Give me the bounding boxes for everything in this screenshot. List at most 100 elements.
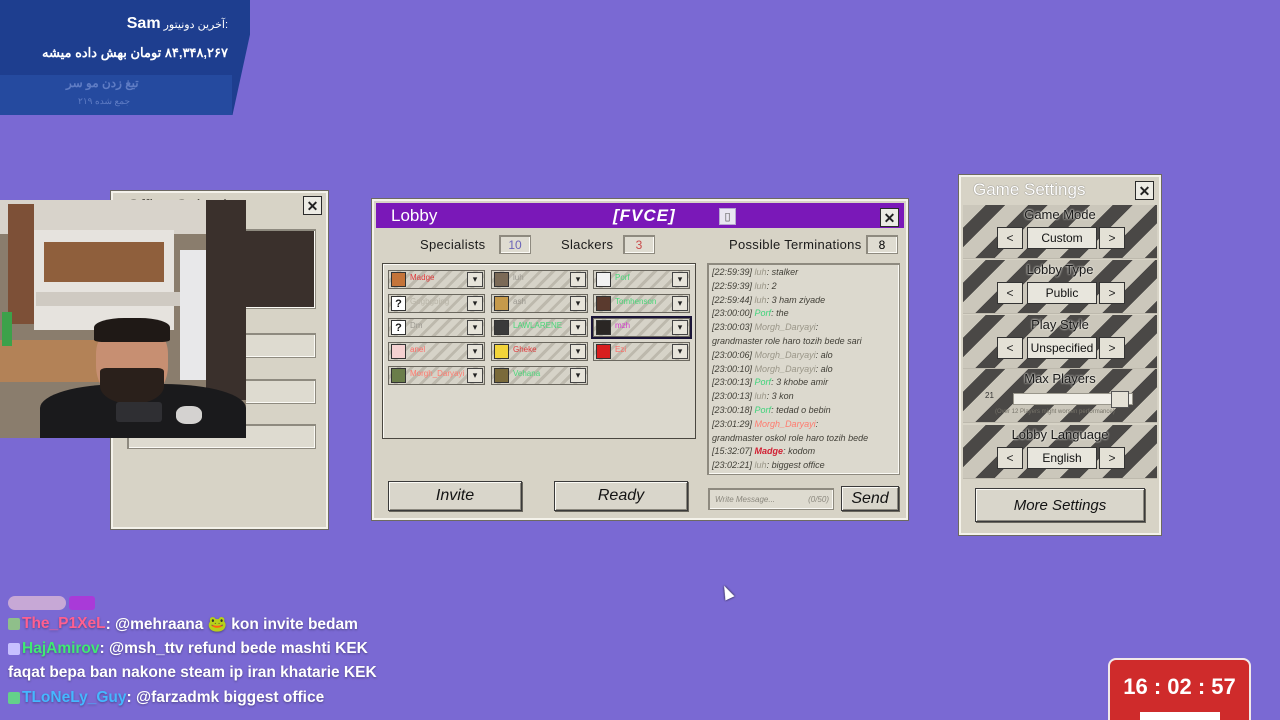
play-style-next-button[interactable]: >: [1099, 337, 1125, 359]
chat-user-badge: [8, 691, 20, 704]
max-players-slider[interactable]: [1013, 391, 1133, 408]
game-mode-value: Custom: [1027, 227, 1097, 249]
chevron-down-icon[interactable]: ▾: [570, 368, 586, 383]
player-slot[interactable]: anel ▾: [388, 342, 485, 361]
chat-user-badge: [8, 618, 20, 631]
player-avatar: [494, 368, 509, 383]
chat-message: [23:00:18] Porf: tedad o bebin: [712, 404, 831, 415]
player-avatar: [494, 296, 509, 311]
terminations-count: 8: [866, 235, 898, 254]
donation-goal-sub: ۲۱۹ جمع شده: [78, 96, 131, 106]
emote-badge: [8, 596, 66, 610]
player-avatar: [391, 272, 406, 287]
player-name: Porf: [615, 273, 630, 282]
player-slot[interactable]: Gheke ▾: [491, 342, 588, 361]
player-avatar: ?: [391, 320, 406, 335]
chevron-down-icon[interactable]: ▾: [672, 320, 688, 335]
lobby-close-button[interactable]: ✕: [880, 208, 899, 227]
player-slot[interactable]: mzh ▾: [591, 316, 692, 339]
player-name: Vehana: [513, 369, 541, 378]
lobby-type-prev-button[interactable]: <: [997, 282, 1023, 304]
language-prev-button[interactable]: <: [997, 447, 1023, 469]
terminations-label: Possible Terminations: [729, 237, 862, 252]
chat-message: [23:00:10] Morgh_Daryayi: alo: [712, 363, 833, 374]
donor-name: Sam: [126, 15, 161, 32]
chevron-down-icon[interactable]: ▾: [467, 320, 483, 335]
chat-lines: The_P1XeL: @mehraana 🐸 kon invite bedam H…: [8, 612, 608, 710]
chevron-down-icon[interactable]: ▾: [672, 296, 688, 311]
player-name: anel: [410, 345, 426, 354]
message-input[interactable]: Write Message... (0/50): [708, 488, 834, 510]
send-button[interactable]: Send: [841, 486, 899, 511]
settings-close-button[interactable]: ✕: [1135, 181, 1154, 200]
game-mode-prev-button[interactable]: <: [997, 227, 1023, 249]
player-avatar: [494, 320, 509, 335]
invite-button[interactable]: Invite: [388, 481, 522, 511]
player-slot[interactable]: ash ▾: [491, 294, 588, 313]
player-avatar: [596, 296, 611, 311]
game-mode-next-button[interactable]: >: [1099, 227, 1125, 249]
player-name: Gogbgbing: [410, 297, 450, 306]
chevron-down-icon[interactable]: ▾: [467, 368, 483, 383]
player-slot[interactable]: LAWLARENE ▾: [491, 318, 588, 337]
player-name: Gheke: [513, 345, 537, 354]
lobby-type-next-button[interactable]: >: [1099, 282, 1125, 304]
chat-message: [22:59:44] luh: 3 ham ziyade: [712, 294, 826, 305]
player-name: Morgh_Daryayi: [410, 369, 465, 378]
player-slot[interactable]: ? Dm ▾: [388, 318, 485, 337]
chat-message: grandmaster oskol role haro tozih bede: [712, 432, 869, 443]
player-slot[interactable]: Morgh_Daryayi ▾: [388, 366, 485, 385]
chevron-down-icon[interactable]: ▾: [570, 344, 586, 359]
stream-chat-line: The_P1XeL: @mehraana 🐸 kon invite bedam: [8, 612, 608, 637]
language-label: Lobby Language: [1011, 427, 1109, 442]
chevron-down-icon[interactable]: ▾: [570, 272, 586, 287]
ready-button[interactable]: Ready: [554, 481, 688, 511]
chevron-down-icon[interactable]: ▾: [570, 320, 586, 335]
chat-message: [23:00:03] Morgh_Daryayi:: [712, 322, 819, 333]
office-close-button[interactable]: ✕: [303, 196, 322, 215]
play-style-prev-button[interactable]: <: [997, 337, 1023, 359]
more-settings-button[interactable]: More Settings: [975, 488, 1145, 522]
stream-chat-line: HajAmirov: @msh_ttv refund bede mashti K…: [8, 637, 608, 662]
player-slot[interactable]: Ezi ▾: [593, 342, 690, 361]
chevron-down-icon[interactable]: ▾: [672, 272, 688, 287]
clipboard-icon[interactable]: ▯: [719, 208, 736, 225]
play-style-label: Play Style: [1031, 317, 1089, 332]
player-name: Ezi: [615, 345, 627, 354]
last-donor: Sam آخرین دونیتور:: [127, 15, 228, 33]
chat-message: [23:00:13] luh: 3 kon: [712, 391, 794, 402]
max-players-slider-thumb[interactable]: [1111, 391, 1129, 408]
chevron-down-icon[interactable]: ▾: [467, 296, 483, 311]
slackers-count: 3: [623, 235, 655, 254]
stream-clock: 16 : 02 : 57: [1108, 658, 1251, 720]
player-name: LAWLARENE: [513, 321, 563, 330]
player-name: luh: [513, 273, 524, 282]
player-slot[interactable]: Tomhenson ▾: [593, 294, 690, 313]
play-style-value: Unspecified: [1027, 337, 1097, 359]
player-slot[interactable]: Madge ▾: [388, 270, 485, 289]
player-avatar: [391, 344, 406, 359]
language-value: English: [1027, 447, 1097, 469]
chevron-down-icon[interactable]: ▾: [467, 272, 483, 287]
player-slot[interactable]: Vehana ▾: [491, 366, 588, 385]
chevron-down-icon[interactable]: ▾: [672, 344, 688, 359]
lobby-type-value: Public: [1027, 282, 1097, 304]
player-name: mzh: [615, 321, 631, 330]
player-slot[interactable]: Porf ▾: [593, 270, 690, 289]
chat-badges: [8, 594, 608, 612]
webcam-feed: [0, 200, 246, 438]
clock-time: 16 : 02 : 57: [1123, 674, 1236, 699]
game-mode-setting: Game Mode < Custom >: [963, 205, 1157, 259]
player-slot[interactable]: luh ▾: [491, 270, 588, 289]
player-slot[interactable]: ? Gogbgbing ▾: [388, 294, 485, 313]
settings-title: Game Settings: [973, 180, 1086, 199]
language-next-button[interactable]: >: [1099, 447, 1125, 469]
message-counter: (0/50): [808, 494, 829, 504]
player-name: ash: [513, 297, 526, 306]
donation-banner: Sam آخرین دونیتور: ۸۴,۳۴۸,۲۶۷ تومان بهش …: [0, 0, 250, 115]
chevron-down-icon[interactable]: ▾: [570, 296, 586, 311]
lobby-title: Lobby: [391, 206, 438, 225]
chat-message: [23:00:06] Morgh_Daryayi: alo: [712, 349, 833, 360]
chevron-down-icon[interactable]: ▾: [467, 344, 483, 359]
max-players-value: 21: [985, 391, 994, 400]
